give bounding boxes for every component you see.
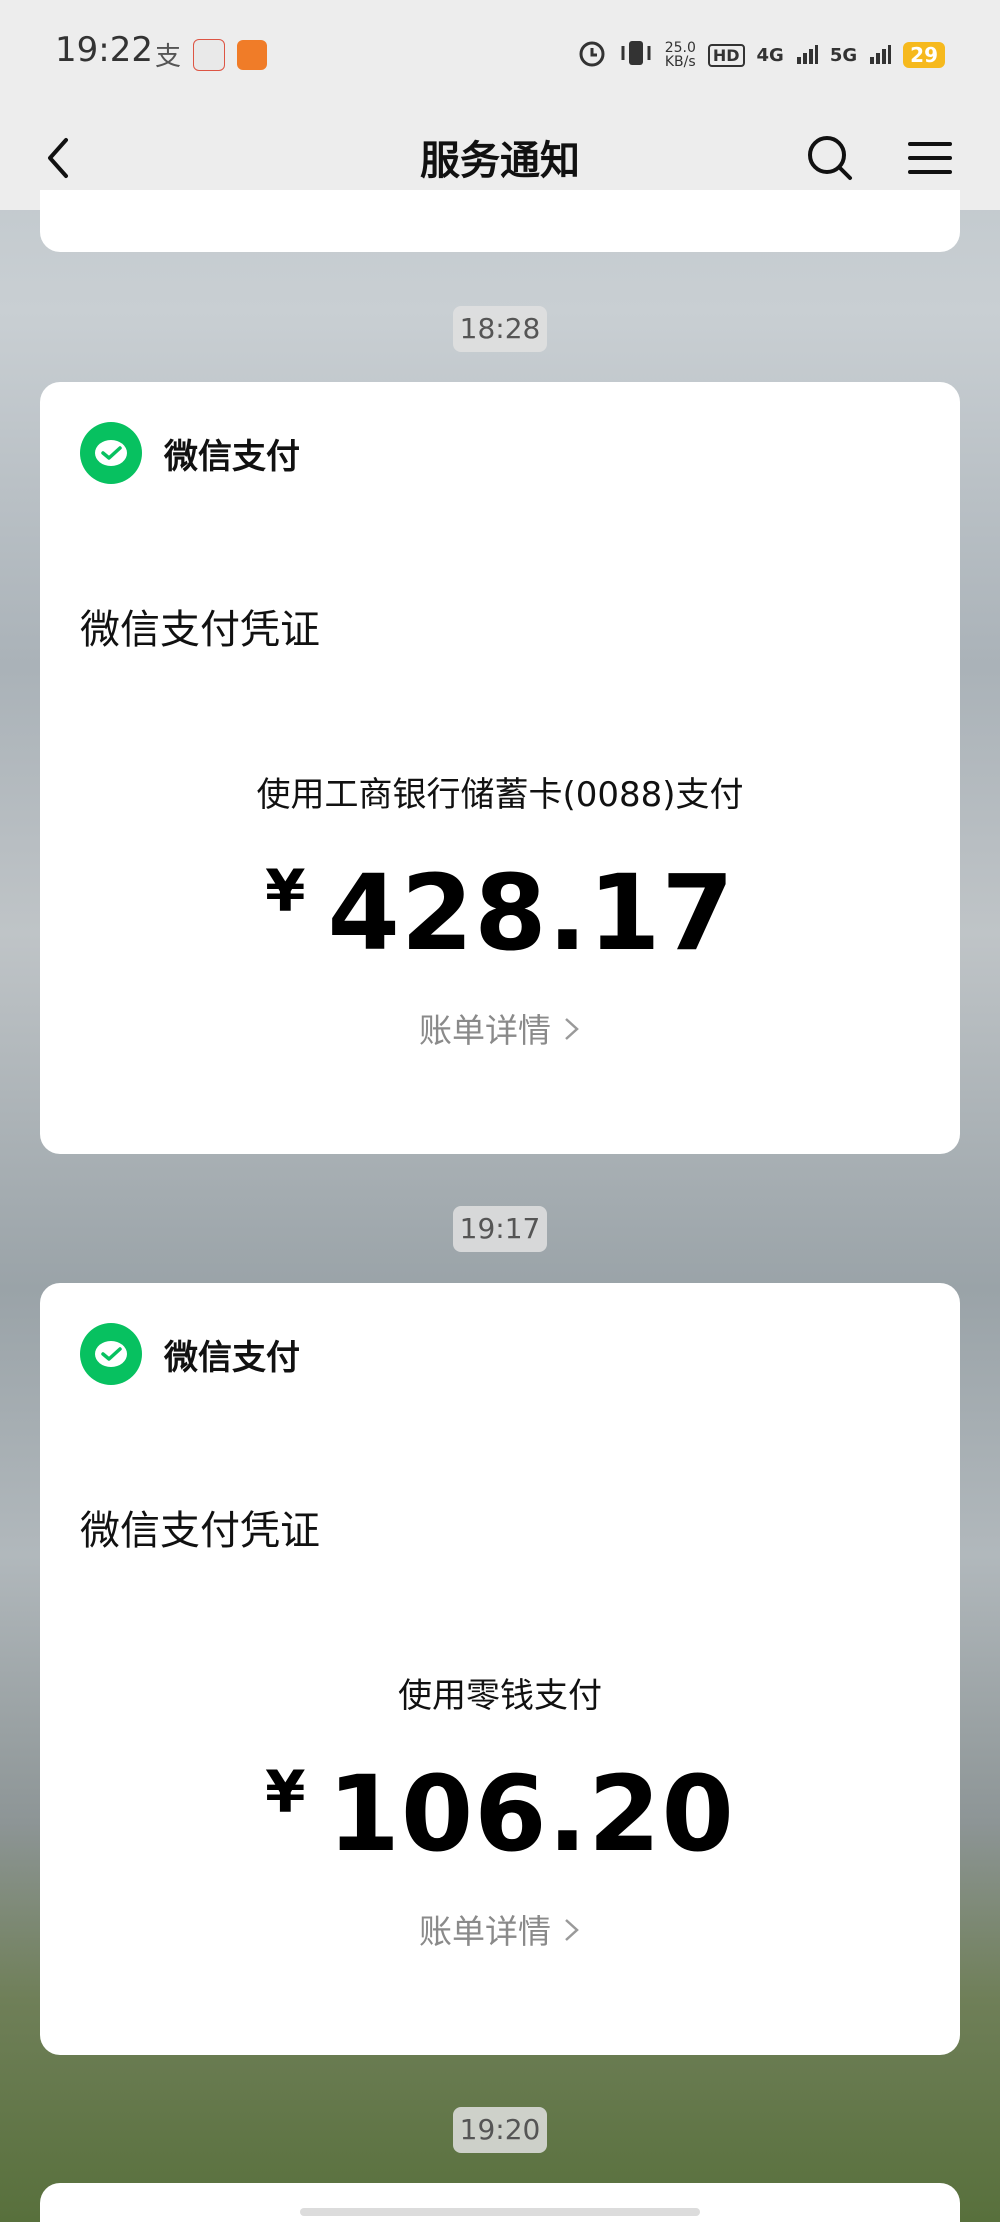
payment-amount: ¥428.17 [40,852,960,974]
message-time: 19:20 [453,2107,547,2153]
app-name: 微信支付 [164,1337,300,1378]
hd-badge: HD [707,43,745,67]
payment-amount: ¥106.20 [40,1753,960,1875]
currency-symbol: ¥ [265,857,306,925]
app-name: 微信支付 [164,436,300,477]
payment-card[interactable]: 微信支付 微信支付凭证 使用零钱支付 ¥106.20 账单详情 [40,1283,960,2055]
amount-value: 106.20 [327,1753,735,1875]
chevron-right-icon [563,1914,581,1953]
chevron-right-icon [563,1013,581,1052]
currency-symbol: ¥ [265,1758,306,1826]
search-button[interactable] [800,128,860,188]
message-time: 18:28 [453,306,547,352]
payment-card[interactable]: 微信支付 微信支付凭证 使用工商银行储蓄卡(0088)支付 ¥428.17 账单… [40,382,960,1154]
signal-bars-icon-2 [869,42,892,68]
card-title: 微信支付凭证 [80,1508,320,1554]
bill-details-label: 账单详情 [419,1011,551,1050]
network-speed-unit: KB/s [664,54,696,70]
notification-icons: 支 [155,36,268,73]
signal-5g: 5G [829,44,858,66]
card-title: 微信支付凭证 [80,607,320,653]
amount-value: 428.17 [327,852,735,974]
status-right-icons: 25.0 KB/s HD 4G 5G 29 [577,38,945,72]
search-icon [808,136,852,180]
signal-4g: 4G [756,44,784,66]
alarm-icon [577,38,607,72]
previous-message-card[interactable] [40,190,960,252]
network-speed: 25.0 KB/s [665,41,696,69]
wechat-pay-icon [80,422,142,484]
payment-card[interactable] [40,2183,960,2222]
card-header: 微信支付 [80,1323,300,1385]
card-header: 微信支付 [80,422,300,484]
signal-bars-icon [796,42,818,68]
status-time: 19:22 [55,30,153,70]
bill-details-link[interactable]: 账单详情 [40,1004,960,1052]
status-bar: 19:22 支 25.0 KB/s HD 4G 5G 29 [0,0,1000,110]
alipay-icon: 支 [155,42,182,72]
bill-details-link[interactable]: 账单详情 [40,1905,960,1953]
wechat-pay-icon [80,1323,142,1385]
vibrate-icon [619,38,653,72]
payment-method: 使用零钱支付 [398,1676,602,1716]
menu-button[interactable] [900,128,960,188]
map-app-icon [193,38,226,71]
payment-method: 使用工商银行储蓄卡(0088)支付 [256,775,744,815]
video-app-icon [237,39,268,70]
message-time: 19:17 [453,1206,547,1252]
home-indicator[interactable] [300,2208,700,2216]
bill-details-label: 账单详情 [419,1912,551,1951]
hamburger-menu-icon [908,142,952,174]
battery-indicator: 29 [903,42,945,68]
